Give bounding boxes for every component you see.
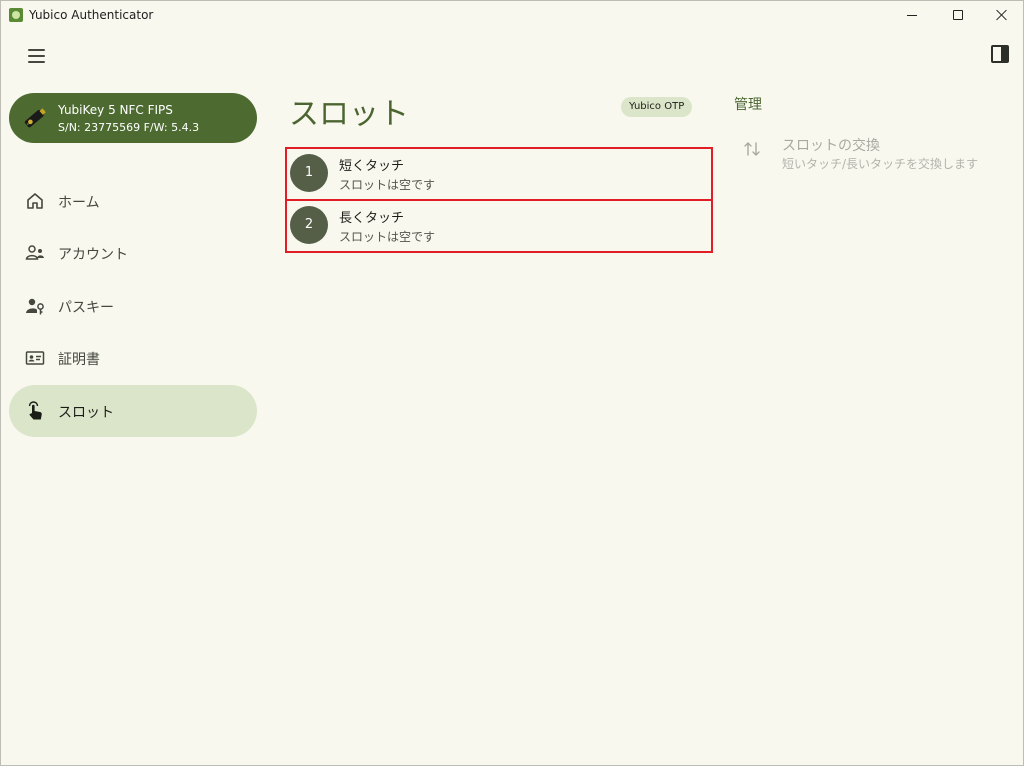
device-selector[interactable]: YubiKey 5 NFC FIPS S/N: 23775569 F/W: 5.… (9, 93, 257, 143)
menu-button[interactable] (23, 43, 49, 69)
slot-status: スロットは空です (339, 230, 436, 244)
device-name: YubiKey 5 NFC FIPS (58, 103, 173, 117)
swap-action-title: スロットの交換 (782, 138, 880, 154)
slot-number-badge: 1 (290, 154, 328, 192)
nav-label-certificates: 証明書 (58, 352, 100, 368)
minimize-button[interactable] (889, 1, 935, 29)
actions-heading: 管理 (734, 97, 762, 113)
swap-slots-action[interactable]: スロットの交換 短いタッチ/長いタッチを交換します (734, 129, 1004, 177)
slot-name: 短くタッチ (339, 159, 405, 174)
title-bar[interactable]: Yubico Authenticator (1, 1, 1023, 29)
page-title: スロット (289, 97, 409, 132)
toggle-panel-button[interactable] (991, 45, 1009, 63)
nav-item-certificates[interactable]: 証明書 (9, 332, 257, 384)
maximize-button[interactable] (935, 1, 981, 29)
accounts-icon (25, 245, 44, 260)
swap-vertical-icon (744, 142, 760, 156)
touch-icon (28, 401, 42, 420)
app-window: Yubico Authenticator YubiKey 5 NFC FIPS … (0, 0, 1024, 766)
certificate-icon (25, 351, 45, 365)
window-title: Yubico Authenticator (29, 8, 154, 22)
protocol-chip: Yubico OTP (621, 97, 693, 117)
home-icon (27, 193, 43, 209)
close-button[interactable] (979, 1, 1023, 29)
nav-item-home[interactable]: ホーム (9, 175, 257, 227)
maximize-icon (953, 10, 963, 20)
slot-item-long-touch[interactable]: 2 長くタッチ スロットは空です (285, 199, 713, 253)
slot-item-short-touch[interactable]: 1 短くタッチ スロットは空です (285, 147, 713, 201)
slot-status: スロットは空です (339, 178, 436, 192)
hamburger-icon (27, 49, 45, 51)
yubico-logo-icon (9, 8, 23, 22)
minimize-icon (907, 14, 917, 16)
device-serial: S/N: 23775569 F/W: 5.4.3 (58, 121, 200, 134)
swap-action-description: 短いタッチ/長いタッチを交換します (782, 157, 979, 171)
nav-label-home: ホーム (58, 195, 100, 211)
nav-item-accounts[interactable]: アカウント (9, 227, 257, 279)
slot-name: 長くタッチ (339, 211, 405, 226)
nav-label-slots: スロット (58, 405, 114, 421)
passkey-icon (26, 298, 44, 315)
yubikey-icon (24, 108, 46, 128)
slot-number-badge: 2 (290, 206, 328, 244)
nav-label-accounts: アカウント (58, 247, 128, 263)
close-icon (996, 9, 1008, 21)
nav-item-passkeys[interactable]: パスキー (9, 280, 257, 332)
nav-label-passkeys: パスキー (58, 300, 114, 316)
nav-item-slots[interactable]: スロット (9, 385, 257, 437)
